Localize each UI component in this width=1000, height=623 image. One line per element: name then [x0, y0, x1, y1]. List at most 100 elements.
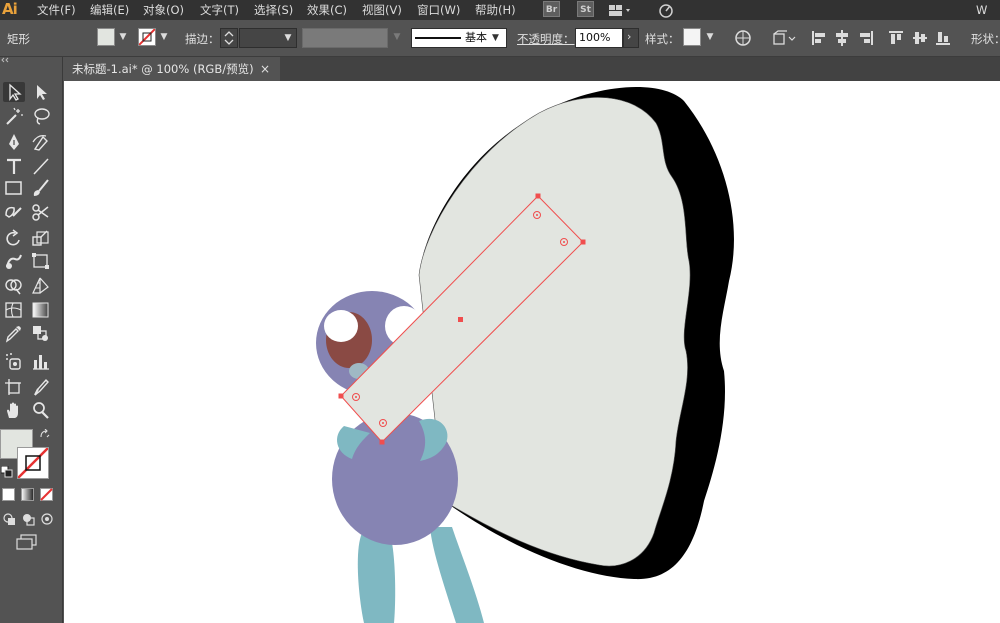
shaper-tool[interactable]	[3, 202, 25, 222]
draw-behind-icon[interactable]	[21, 512, 35, 526]
gpu-performance-button[interactable]	[657, 1, 675, 19]
selection-handle[interactable]	[580, 239, 586, 245]
curvature-tool[interactable]	[30, 132, 52, 152]
gradient-tool[interactable]	[30, 300, 52, 320]
pen-tool[interactable]	[3, 132, 25, 152]
align-top-button[interactable]	[888, 29, 904, 47]
rectangle-icon	[5, 181, 22, 195]
column-graph-tool[interactable]	[30, 351, 52, 371]
slice-tool[interactable]	[30, 377, 52, 397]
eyedropper-tool[interactable]	[3, 323, 25, 343]
stock-button[interactable]: St	[577, 1, 594, 17]
variable-width-chevron-icon[interactable]: ▼	[391, 30, 403, 44]
lasso-tool[interactable]	[30, 106, 52, 126]
blend-icon	[33, 326, 48, 341]
align-middle-button[interactable]	[912, 29, 928, 47]
arrange-documents-button[interactable]	[607, 2, 633, 18]
mesh-tool[interactable]	[3, 300, 25, 320]
align-bottom-button[interactable]	[935, 29, 951, 47]
artboard-tool[interactable]	[3, 377, 25, 397]
align-left-button[interactable]	[811, 29, 827, 47]
stroke-weight-stepper[interactable]	[220, 28, 238, 48]
scale-icon	[32, 230, 49, 246]
fill-dropdown-chevron-icon[interactable]: ▼	[117, 30, 129, 44]
selection-handle[interactable]	[535, 193, 541, 199]
draw-normal-icon[interactable]	[2, 512, 16, 526]
menu-effect[interactable]: 效果(C)	[307, 2, 347, 18]
style-chevron-icon[interactable]: ▼	[704, 30, 716, 44]
stroke-dropdown-chevron-icon[interactable]: ▼	[158, 30, 170, 44]
none-mode-icon[interactable]	[40, 488, 53, 501]
gradient-mode-icon[interactable]	[21, 488, 34, 501]
shape-builder-tool[interactable]	[3, 275, 25, 295]
hand-icon	[7, 402, 18, 418]
screen-mode-icon[interactable]	[16, 534, 38, 550]
artboard-canvas[interactable]	[64, 81, 1000, 623]
opacity-input[interactable]: 100%	[575, 28, 623, 48]
variable-width-profile[interactable]	[302, 28, 388, 48]
transform-button[interactable]	[771, 29, 797, 47]
fill-swatch[interactable]	[97, 28, 115, 46]
shape-label[interactable]: 形状：	[971, 31, 1000, 47]
lasso-icon	[34, 108, 50, 125]
scale-tool[interactable]	[30, 228, 52, 248]
menu-file[interactable]: 文件(F)	[37, 2, 76, 18]
warp-tool[interactable]	[3, 251, 25, 271]
right-leg[interactable]	[430, 527, 484, 623]
object-type-label: 矩形	[7, 32, 30, 46]
draw-inside-icon[interactable]	[40, 512, 54, 526]
magic-wand-tool[interactable]	[3, 106, 25, 126]
left-eye-white[interactable]	[324, 310, 358, 342]
brush-chevron-icon: ▼	[492, 33, 499, 43]
close-tab-icon[interactable]: ×	[260, 57, 270, 81]
direct-selection-tool[interactable]	[30, 82, 52, 102]
left-leg[interactable]	[357, 533, 396, 623]
scissors-tool[interactable]	[30, 202, 52, 222]
hand-tool[interactable]	[3, 400, 25, 420]
menu-view[interactable]: 视图(V)	[362, 2, 402, 18]
symbol-sprayer-tool[interactable]	[3, 351, 25, 371]
center-point[interactable]	[458, 317, 463, 322]
align-center-button[interactable]	[834, 29, 850, 47]
recolor-artwork-button[interactable]	[734, 29, 752, 47]
rotate-tool[interactable]	[3, 228, 25, 248]
menu-object[interactable]: 对象(O)	[143, 2, 184, 18]
panel-collapse-icon[interactable]	[0, 57, 63, 63]
workspace-switcher[interactable]: W	[976, 3, 987, 17]
arrange-documents-icon	[609, 5, 630, 16]
color-mode-button[interactable]	[2, 488, 15, 501]
menu-select[interactable]: 选择(S)	[254, 2, 293, 18]
stroke-weight-field[interactable]: ▼	[239, 28, 297, 48]
document-tab[interactable]: 未标题-1.ai* @ 100% (RGB/预览) ×	[64, 57, 280, 81]
selection-handle[interactable]	[379, 439, 385, 445]
menu-window[interactable]: 窗口(W)	[417, 2, 460, 18]
perspective-grid-tool[interactable]	[30, 275, 52, 295]
graphic-style-swatch[interactable]	[683, 28, 701, 46]
zoom-tool[interactable]	[30, 400, 52, 420]
line-tool[interactable]	[30, 156, 52, 176]
stroke-swatch[interactable]	[138, 28, 156, 46]
opacity-label[interactable]: 不透明度：	[517, 31, 575, 47]
opacity-expand-button[interactable]: ›	[623, 28, 639, 48]
direct-selection-icon	[37, 85, 47, 100]
default-fill-stroke-icon[interactable]	[1, 466, 13, 478]
rectangle-tool[interactable]	[3, 178, 25, 198]
paintbrush-tool[interactable]	[30, 178, 52, 198]
menu-type[interactable]: 文字(T)	[200, 2, 239, 18]
brush-definition-field[interactable]: 基本 ▼	[411, 28, 507, 48]
stroke-color-swatch[interactable]	[17, 447, 49, 479]
swap-fill-stroke-icon[interactable]	[39, 429, 51, 441]
free-transform-tool[interactable]	[30, 251, 52, 271]
align-right-button[interactable]	[858, 29, 874, 47]
bridge-button[interactable]: Br	[543, 1, 560, 17]
type-tool[interactable]	[3, 156, 25, 176]
slice-icon	[34, 378, 49, 396]
shaper-icon	[5, 206, 22, 218]
blend-tool[interactable]	[30, 323, 52, 343]
selection-handle[interactable]	[338, 393, 344, 399]
menu-help[interactable]: 帮助(H)	[475, 2, 516, 18]
menu-edit[interactable]: 编辑(E)	[90, 2, 129, 18]
rocket-icon	[659, 4, 673, 18]
selection-tool[interactable]	[3, 82, 25, 102]
align-top-icon	[889, 31, 903, 44]
